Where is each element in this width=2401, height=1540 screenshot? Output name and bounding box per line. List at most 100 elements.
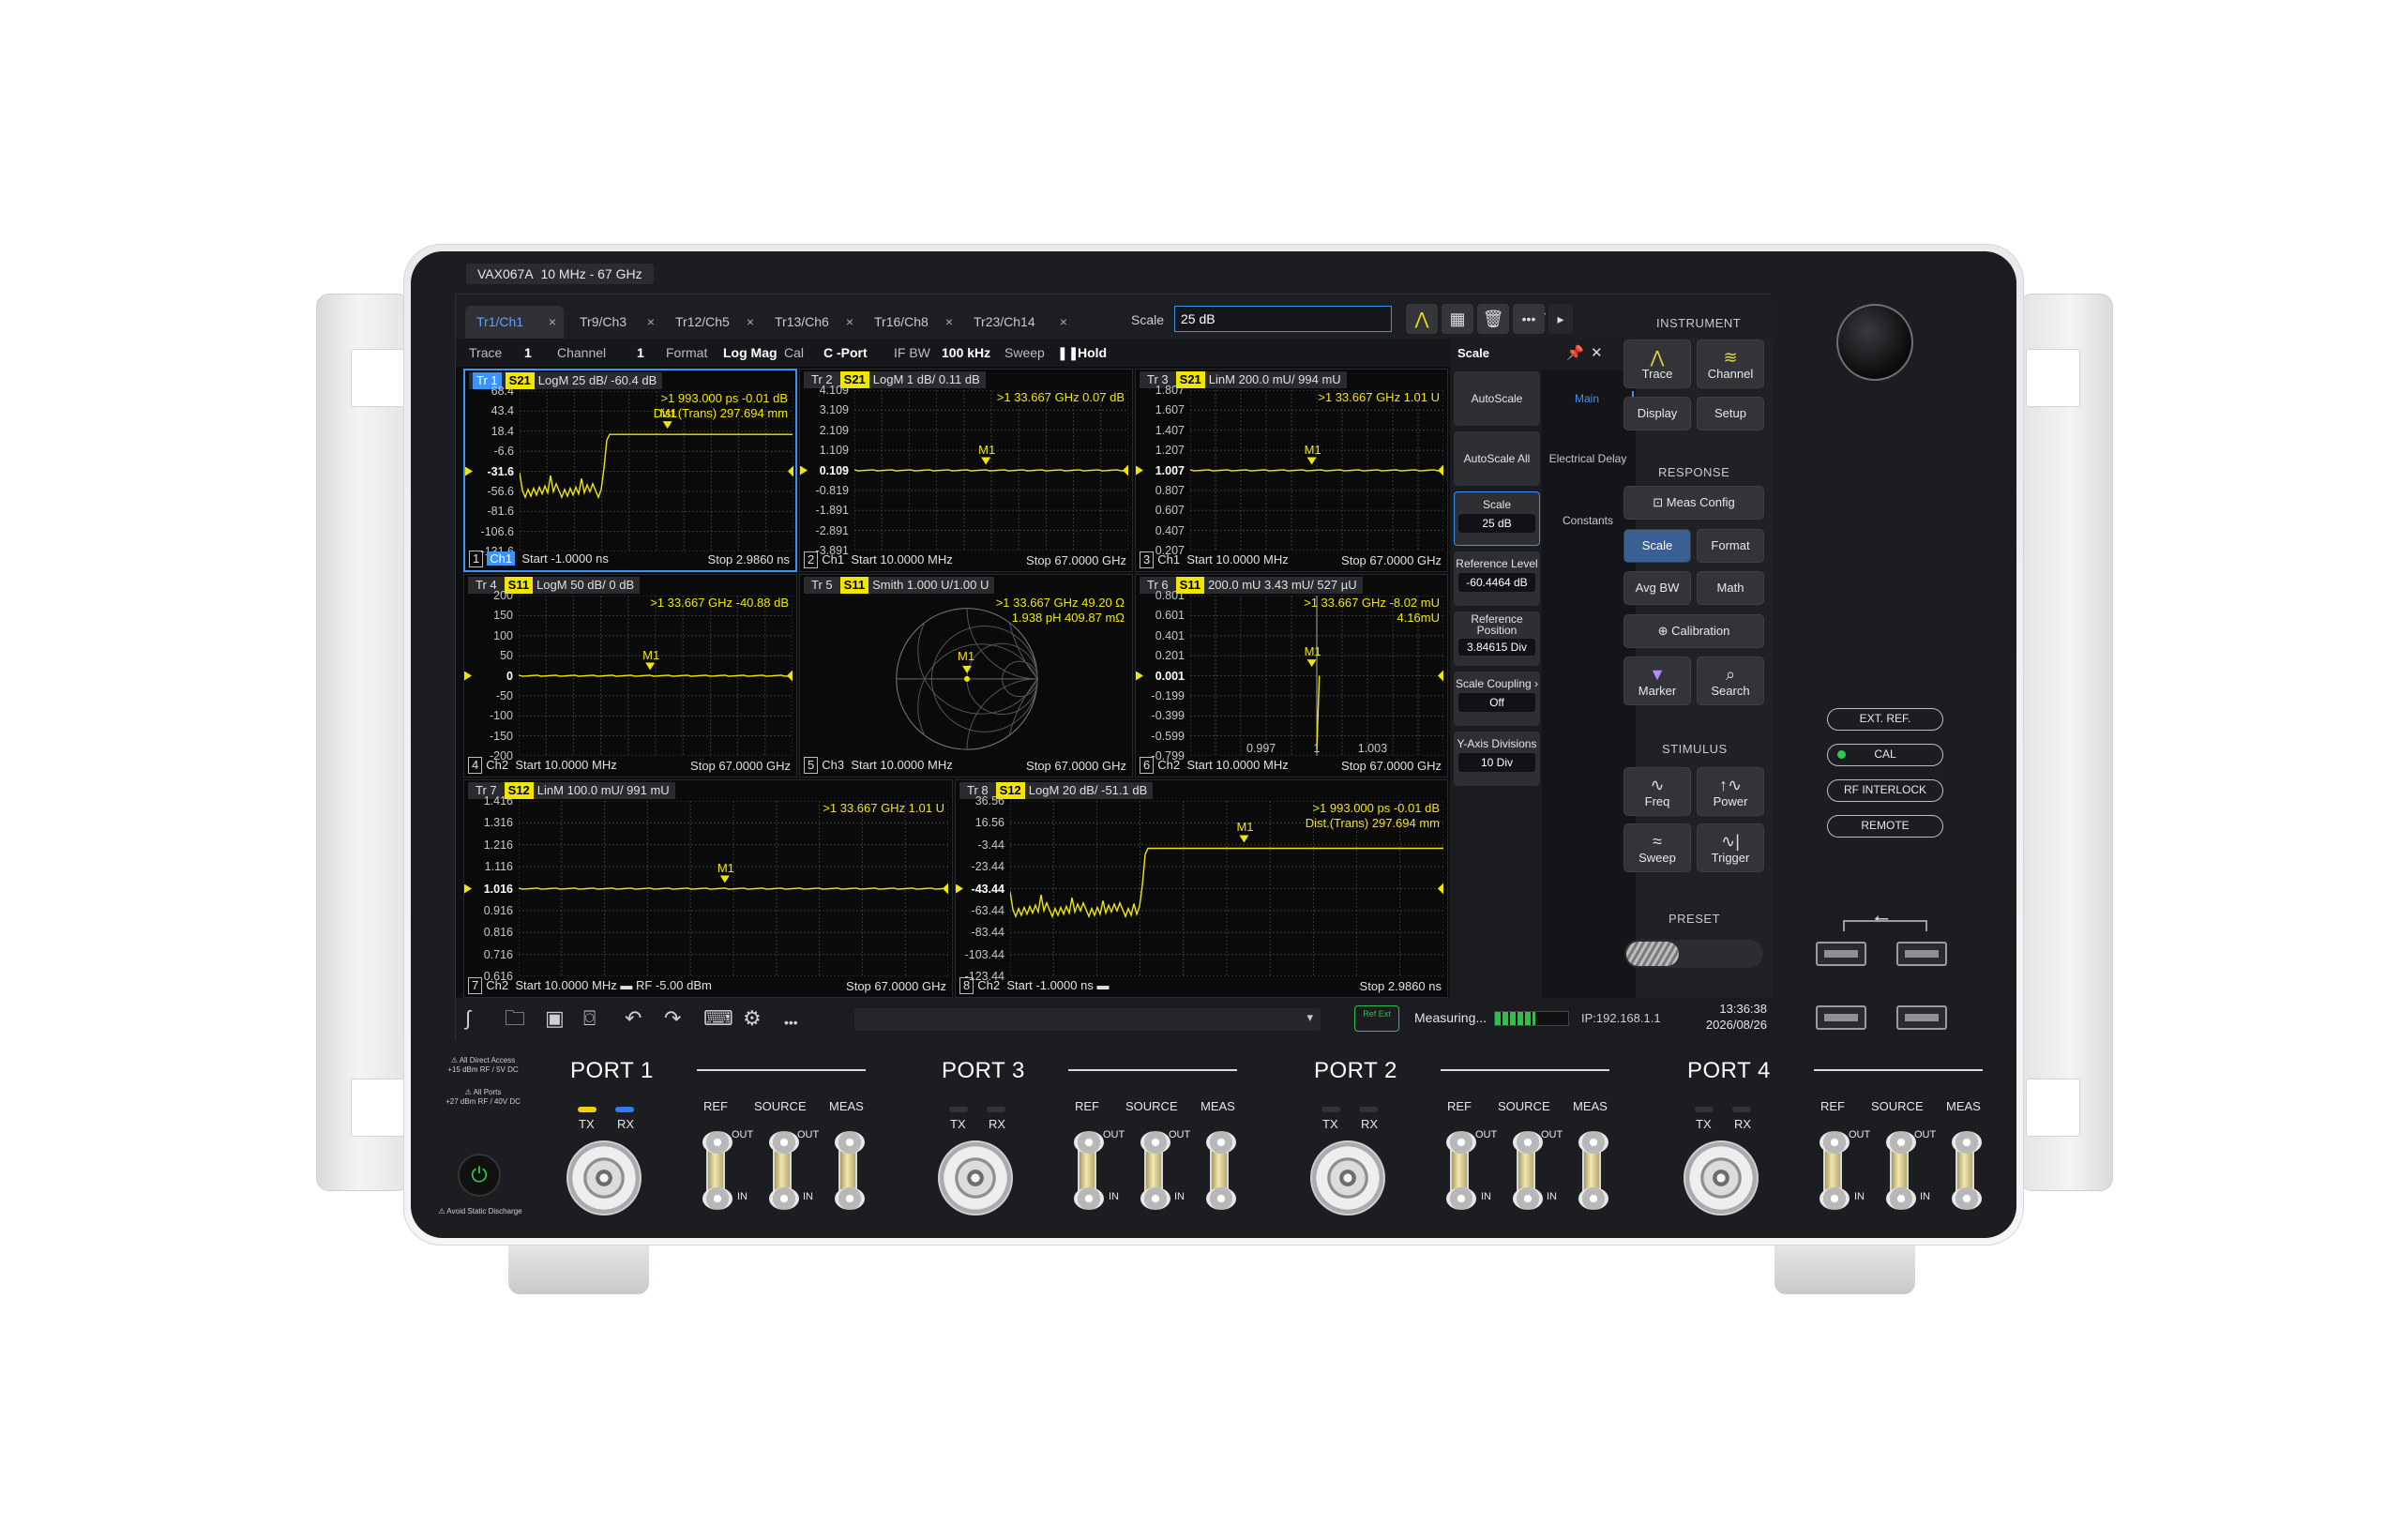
- usb-port[interactable]: [1816, 942, 1866, 966]
- jumper-cable[interactable]: [1206, 1131, 1236, 1210]
- close-tab-icon[interactable]: ×: [945, 306, 953, 339]
- close-tab-icon[interactable]: ×: [647, 306, 655, 339]
- marker-triangle[interactable]: [981, 457, 991, 465]
- plot-area[interactable]: M1: [519, 596, 793, 756]
- stop-value[interactable]: Stop 67.0000 GHz: [1026, 553, 1126, 568]
- keyboard-icon[interactable]: ⌨: [703, 1007, 733, 1030]
- jumper-cable[interactable]: [769, 1131, 799, 1210]
- ifbw-value[interactable]: 100 kHz: [942, 345, 990, 360]
- more-button[interactable]: •••: [1513, 304, 1545, 334]
- trigger-key[interactable]: ∿| Trigger: [1697, 823, 1764, 872]
- display-key[interactable]: Display: [1623, 397, 1691, 430]
- tab-tr9-ch3[interactable]: Tr9/Ch3 ×: [568, 306, 662, 339]
- reference-level-setting[interactable]: Reference Level -60.4464 dB: [1454, 551, 1540, 606]
- port-connector[interactable]: [1684, 1140, 1759, 1215]
- close-tab-icon[interactable]: ×: [747, 306, 754, 339]
- channel-label[interactable]: Ch1: [1157, 552, 1180, 566]
- jumper-cable[interactable]: [1952, 1131, 1982, 1210]
- window-layout-icon[interactable]: ▦: [1442, 304, 1473, 334]
- jumper-cable[interactable]: [1820, 1131, 1850, 1210]
- setup-key[interactable]: Setup: [1697, 397, 1764, 430]
- trace-window-6[interactable]: Tr 6 S11 200.0 mU 3.43 mU/ 527 µU M1 0.997 1 1…: [1135, 574, 1448, 778]
- tab-electrical-delay[interactable]: Electrical Delay: [1542, 451, 1634, 466]
- scale-setting[interactable]: Scale 25 dB: [1454, 491, 1540, 546]
- tab-tr1-ch1[interactable]: Tr1/Ch1 ×: [465, 306, 564, 339]
- more-icon[interactable]: •••: [784, 1011, 798, 1034]
- close-tab-icon[interactable]: ×: [1060, 306, 1067, 339]
- marker-triangle[interactable]: [645, 662, 656, 671]
- folder-icon[interactable]: 🗀: [505, 1007, 525, 1030]
- channel-label[interactable]: Ch2: [486, 978, 508, 992]
- sweep-value[interactable]: Hold: [1078, 345, 1107, 360]
- close-tab-icon[interactable]: ×: [549, 306, 556, 339]
- undo-icon[interactable]: ↶: [625, 1007, 642, 1030]
- trace-window-1[interactable]: Tr 1 S21 LogM 25 dB/ -60.4 dB M1 68.4 43.4 18.…: [463, 369, 797, 572]
- tab-tr16-ch8[interactable]: Tr16/Ch8 ×: [863, 306, 960, 339]
- port-connector[interactable]: [1310, 1140, 1385, 1215]
- marker-key[interactable]: ▼ Marker: [1623, 657, 1691, 705]
- jumper-cable[interactable]: [1886, 1131, 1916, 1210]
- port-connector[interactable]: [566, 1140, 642, 1215]
- trace-value[interactable]: 1: [524, 345, 532, 360]
- power-key[interactable]: ↑∿ Power: [1697, 767, 1764, 816]
- jumper-cable[interactable]: [1513, 1131, 1543, 1210]
- close-icon[interactable]: ✕: [1591, 344, 1603, 361]
- stop-value[interactable]: Stop 67.0000 GHz: [690, 759, 791, 774]
- usb-port[interactable]: [1896, 1005, 1947, 1030]
- scale-coupling-setting[interactable]: Scale Coupling › Off: [1454, 672, 1540, 726]
- autoscale-all-button[interactable]: AutoScale All: [1454, 431, 1540, 486]
- expand-icon[interactable]: ▸: [1548, 304, 1573, 334]
- message-bar[interactable]: ▾: [854, 1008, 1321, 1031]
- trace-window-4[interactable]: Tr 4 S11 LogM 50 dB/ 0 dB M1 200 150 100 50 0 -50…: [463, 574, 797, 778]
- marker-triangle[interactable]: [662, 421, 672, 430]
- tab-tr23-ch14[interactable]: Tr23/Ch14 ×: [962, 306, 1075, 339]
- power-button[interactable]: ⏻: [458, 1154, 501, 1197]
- jumper-cable[interactable]: [835, 1131, 865, 1210]
- rotary-knob[interactable]: [1836, 304, 1913, 381]
- channel-label[interactable]: Ch1: [487, 551, 516, 566]
- redo-icon[interactable]: ↷: [664, 1007, 681, 1030]
- start-value[interactable]: Start 10.0000 MHz: [851, 758, 952, 772]
- trace-header[interactable]: Tr 5 S11 Smith 1.000 U/1.00 U: [804, 577, 995, 594]
- start-value[interactable]: Start 10.0000 MHz: [851, 552, 952, 566]
- trace-window-5[interactable]: Tr 5 S11 Smith 1.000 U/1.00 U M1 >1 33.667 G…: [799, 574, 1133, 778]
- format-value[interactable]: Log Mag: [723, 345, 778, 360]
- channel-label[interactable]: Ch1: [822, 552, 844, 566]
- tab-main[interactable]: Main: [1542, 391, 1634, 406]
- marker-triangle[interactable]: [1306, 659, 1317, 668]
- s-parameter-badge[interactable]: S11: [839, 577, 869, 594]
- stop-value[interactable]: Stop 67.0000 GHz: [1341, 759, 1442, 774]
- stop-value[interactable]: Stop 2.9860 ns: [1360, 979, 1442, 994]
- trace-window-2[interactable]: Tr 2 S21 LogM 1 dB/ 0.11 dB M1 4.109 3.109 2.1…: [799, 369, 1133, 572]
- preset-slider[interactable]: [1624, 940, 1763, 968]
- reference-position-setting[interactable]: Reference Position 3.84615 Div: [1454, 611, 1540, 666]
- jumper-cable[interactable]: [1074, 1131, 1104, 1210]
- trace-window-7[interactable]: Tr 7 S12 LinM 100.0 mU/ 991 mU M1 1.416 1.316…: [463, 779, 953, 998]
- channel-label[interactable]: Ch3: [822, 758, 844, 772]
- start-value[interactable]: Start -1.0000 ns: [521, 551, 609, 566]
- trace-add-icon[interactable]: ⋀: [1406, 304, 1438, 334]
- channel-label[interactable]: Ch2: [486, 758, 508, 772]
- scale-input[interactable]: 25 dB: [1174, 306, 1392, 332]
- trace-key[interactable]: ⋀ Trace: [1623, 340, 1691, 388]
- autoscale-button[interactable]: AutoScale: [1454, 371, 1540, 426]
- dropdown-icon[interactable]: ▾: [1306, 1010, 1313, 1025]
- stop-value[interactable]: Stop 67.0000 GHz: [846, 979, 946, 994]
- channel-label[interactable]: Ch2: [1157, 758, 1180, 772]
- calibration-key[interactable]: ⊕ Calibration: [1623, 614, 1764, 648]
- start-value[interactable]: Start 10.0000 MHz: [1186, 758, 1288, 772]
- tab-constants[interactable]: Constants: [1542, 513, 1634, 528]
- format-key[interactable]: Format: [1697, 529, 1764, 563]
- marker-triangle[interactable]: [962, 665, 972, 673]
- jumper-cable[interactable]: [702, 1131, 732, 1210]
- usb-port[interactable]: [1896, 942, 1947, 966]
- scale-coupling-value[interactable]: Off: [1458, 693, 1535, 712]
- stop-value[interactable]: Stop 2.9860 ns: [708, 552, 790, 567]
- start-value[interactable]: Start 10.0000 MHz: [1186, 552, 1288, 566]
- channel-value[interactable]: 1: [637, 345, 644, 360]
- plot-area[interactable]: M1: [519, 801, 948, 976]
- jumper-cable[interactable]: [1578, 1131, 1608, 1210]
- meas-config-key[interactable]: ⊡ Meas Config: [1623, 486, 1764, 520]
- tab-tr12-ch5[interactable]: Tr12/Ch5 ×: [664, 306, 762, 339]
- plot-area[interactable]: M1: [1190, 390, 1443, 551]
